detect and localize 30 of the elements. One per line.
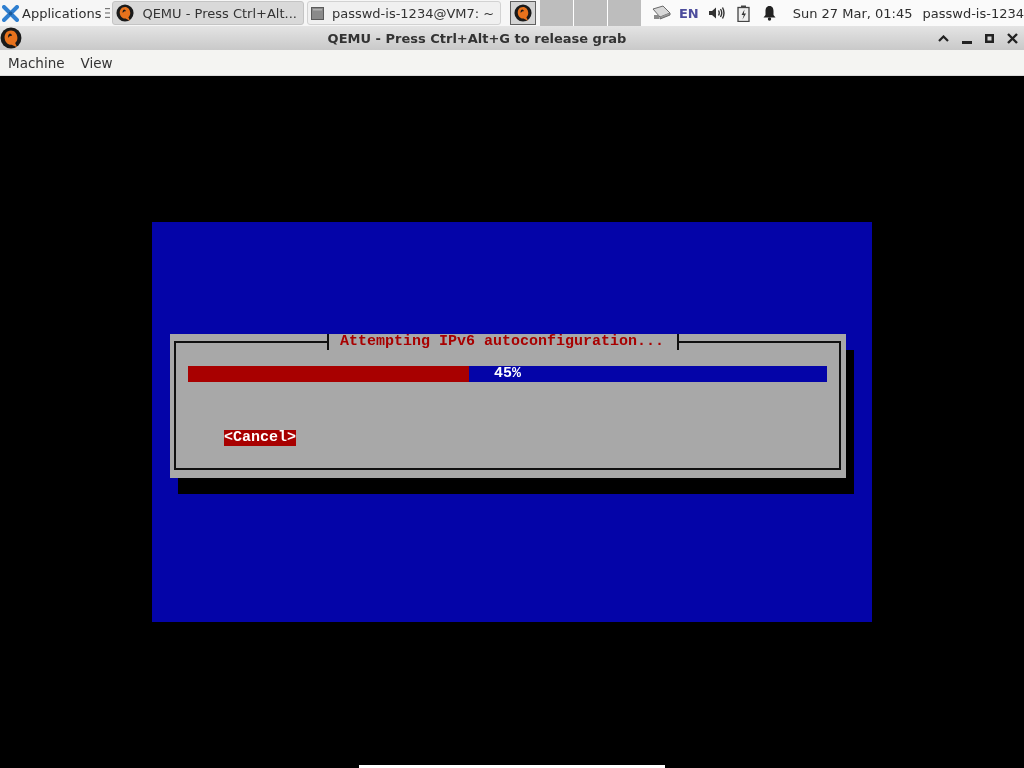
menu-item[interactable]: View: [76, 52, 117, 73]
applications-menu-button[interactable]: Applications: [0, 0, 104, 26]
maximize-icon: [985, 33, 994, 43]
app-logo-icon: [116, 4, 135, 22]
progress-reading: 45%: [494, 366, 521, 382]
app-logo-icon: [0, 27, 22, 49]
workspace-tile[interactable]: [573, 0, 607, 26]
taskbar-button[interactable]: QEMU - Press Ctrl+Alt...: [112, 1, 304, 25]
app-logo-icon: [513, 4, 532, 22]
taskbar-button[interactable]: passwd-is-1234@VM7: ~: [306, 1, 501, 25]
menu-item[interactable]: Machine: [4, 52, 69, 73]
terminal-icon: [310, 6, 324, 20]
window-title: QEMU - Press Ctrl+Alt+G to release grab: [326, 30, 628, 46]
taskbar-button[interactable]: [509, 1, 536, 25]
bell-icon[interactable]: [761, 5, 777, 21]
x-mark-icon: [2, 4, 19, 22]
volume-icon[interactable]: [707, 6, 725, 20]
workspace-tile[interactable]: [607, 0, 641, 26]
dialog-title: Attempting IPv6 autoconfiguration...: [326, 334, 680, 350]
cancel-button[interactable]: <Cancel>: [224, 430, 296, 446]
caret-up-icon: [938, 34, 949, 42]
battery-icon[interactable]: [736, 4, 750, 22]
keyboard-layout-indicator[interactable]: EN: [678, 5, 699, 21]
clock[interactable]: Sun 27 Mar, 01:45: [792, 5, 913, 21]
handle-icon[interactable]: [105, 8, 111, 18]
workspace-tile[interactable]: [539, 0, 573, 26]
minimize-icon: [961, 40, 972, 44]
drive-icon[interactable]: [650, 5, 671, 21]
user-name[interactable]: passwd-is-1234: [922, 5, 1024, 21]
close-icon: [1007, 32, 1018, 44]
